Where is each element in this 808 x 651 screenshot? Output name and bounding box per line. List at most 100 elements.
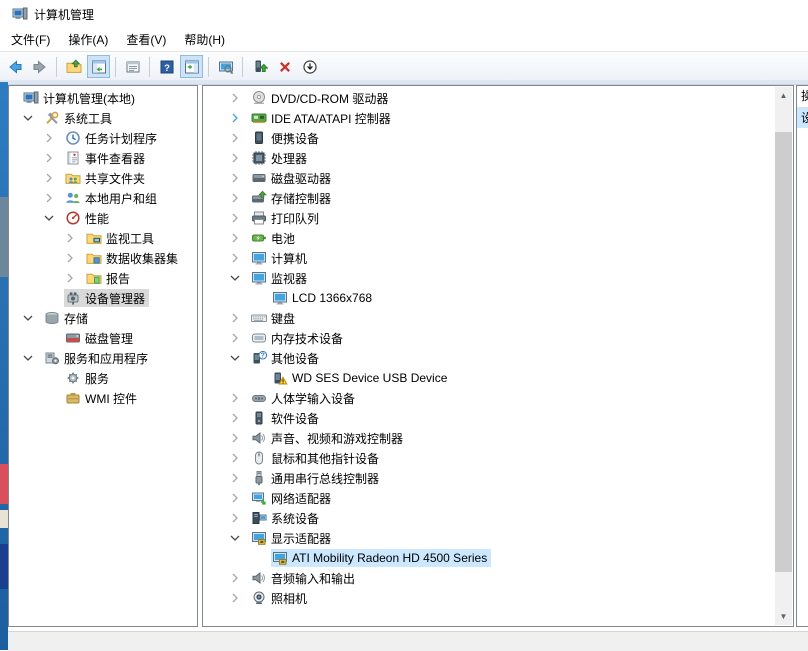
chevron-right-icon[interactable] <box>43 128 64 148</box>
device-tree-item-label: 网络适配器 <box>270 490 331 507</box>
console-tree-item[interactable]: 系统工具 <box>9 108 197 128</box>
folder-up-button[interactable] <box>62 55 85 78</box>
device-tree-item[interactable]: ?其他设备 <box>203 348 793 368</box>
chevron-right-icon[interactable] <box>229 408 250 428</box>
console-tree-item[interactable]: 报告 <box>9 268 197 288</box>
device-tree-item[interactable]: 存储控制器 <box>203 188 793 208</box>
scroll-up-icon[interactable]: ▲ <box>775 87 792 104</box>
menu-item[interactable]: 文件(F) <box>2 29 59 51</box>
chevron-down-icon[interactable] <box>22 308 43 328</box>
device-tree-item[interactable]: ATI Mobility Radeon HD 4500 Series <box>203 548 793 568</box>
console-tree-button[interactable] <box>87 55 110 78</box>
forward-arrow-button[interactable] <box>28 55 51 78</box>
device-tree-item[interactable]: WD SES Device USB Device <box>203 368 793 388</box>
scan-hardware-button[interactable] <box>248 55 271 78</box>
actions-panel-item-device-manager[interactable]: 设备管理器 <box>797 108 808 128</box>
console-tree-item[interactable]: 事件查看器 <box>9 148 197 168</box>
uninstall-button[interactable] <box>273 55 296 78</box>
console-tree-item[interactable]: 监视工具 <box>9 228 197 248</box>
chevron-right-icon[interactable] <box>229 588 250 608</box>
console-tree-item[interactable]: 性能 <box>9 208 197 228</box>
chevron-right-icon[interactable] <box>229 148 250 168</box>
device-tree-item[interactable]: 音频输入和输出 <box>203 568 793 588</box>
chevron-right-icon[interactable] <box>229 208 250 228</box>
chevron-right-icon[interactable] <box>229 388 250 408</box>
chevron-right-icon[interactable] <box>64 268 85 288</box>
chevron-down-icon[interactable] <box>229 268 250 288</box>
chevron-right-icon[interactable] <box>229 168 250 188</box>
device-tree-item[interactable]: 照相机 <box>203 588 793 608</box>
device-tree-item[interactable]: 内存技术设备 <box>203 328 793 348</box>
device-tree-item[interactable]: 打印队列 <box>203 208 793 228</box>
chevron-right-icon[interactable] <box>64 248 85 268</box>
chevron-right-icon[interactable] <box>43 188 64 208</box>
device-tree-item[interactable]: 软件设备 <box>203 408 793 428</box>
console-tree-item[interactable]: 计算机管理(本地) <box>9 88 197 108</box>
chevron-right-icon[interactable] <box>43 168 64 188</box>
chevron-down-icon[interactable] <box>43 208 64 228</box>
console-tree-item-label: 共享文件夹 <box>84 170 145 187</box>
chevron-right-icon[interactable] <box>229 568 250 588</box>
device-tree-item[interactable]: 处理器 <box>203 148 793 168</box>
disable-button[interactable] <box>298 55 321 78</box>
chevron-right-icon[interactable] <box>229 108 250 128</box>
chevron-down-icon[interactable] <box>22 348 43 368</box>
chevron-right-icon[interactable] <box>229 488 250 508</box>
console-tree-item[interactable]: 服务 <box>9 368 197 388</box>
scrollbar-thumb[interactable] <box>775 132 792 572</box>
device-tree-item[interactable]: 磁盘驱动器 <box>203 168 793 188</box>
chevron-down-icon[interactable] <box>22 108 43 128</box>
help-button[interactable]: ? <box>155 55 178 78</box>
device-tree-item[interactable]: 监视器 <box>203 268 793 288</box>
device-tree-item[interactable]: 便携设备 <box>203 128 793 148</box>
menu-item[interactable]: 查看(V) <box>117 29 175 51</box>
console-tree-item[interactable]: 数据收集器集 <box>9 248 197 268</box>
menu-item[interactable]: 帮助(H) <box>175 29 234 51</box>
chevron-right-icon[interactable] <box>229 228 250 248</box>
chevron-right-icon[interactable] <box>229 248 250 268</box>
chevron-right-icon[interactable] <box>43 148 64 168</box>
device-tree-item[interactable]: 人体学输入设备 <box>203 388 793 408</box>
menu-item[interactable]: 操作(A) <box>59 29 117 51</box>
console-tree-item[interactable]: 服务和应用程序 <box>9 348 197 368</box>
chevron-right-icon[interactable] <box>229 128 250 148</box>
chevron-right-icon[interactable] <box>229 448 250 468</box>
scroll-down-icon[interactable]: ▼ <box>775 608 792 625</box>
device-tree-item[interactable]: 电池 <box>203 228 793 248</box>
console-tree-item[interactable]: 设备管理器 <box>9 288 197 308</box>
device-tree-item[interactable]: LCD 1366x768 <box>203 288 793 308</box>
console-tree-item[interactable]: 任务计划程序 <box>9 128 197 148</box>
device-tree-item[interactable]: 系统设备 <box>203 508 793 528</box>
console-tree-item[interactable]: WMI 控件 <box>9 388 197 408</box>
device-tree-item[interactable]: IDE ATA/ATAPI 控制器 <box>203 108 793 128</box>
device-tree-item[interactable]: 声音、视频和游戏控制器 <box>203 428 793 448</box>
remote-screen-button[interactable] <box>214 55 237 78</box>
console-tree-item[interactable]: 本地用户和组 <box>9 188 197 208</box>
device-tree-item[interactable]: 网络适配器 <box>203 488 793 508</box>
chevron-right-icon[interactable] <box>229 328 250 348</box>
console-tree-item[interactable]: 磁盘管理 <box>9 328 197 348</box>
chevron-right-icon[interactable] <box>229 508 250 528</box>
chevron-right-icon[interactable] <box>229 468 250 488</box>
chevron-right-icon[interactable] <box>64 228 85 248</box>
folder-up-icon <box>66 59 82 75</box>
toolbar-separator <box>242 57 243 77</box>
chevron-down-icon[interactable] <box>229 348 250 368</box>
properties-button[interactable] <box>121 55 144 78</box>
device-tree-item[interactable]: 鼠标和其他指针设备 <box>203 448 793 468</box>
device-tree-item[interactable]: 通用串行总线控制器 <box>203 468 793 488</box>
chevron-right-icon[interactable] <box>229 308 250 328</box>
device-tree-item[interactable]: 键盘 <box>203 308 793 328</box>
chevron-right-icon[interactable] <box>229 88 250 108</box>
chevron-down-icon[interactable] <box>229 528 250 548</box>
device-tree-scrollbar[interactable]: ▲ ▼ <box>775 87 792 625</box>
device-tree-item[interactable]: DVD/CD-ROM 驱动器 <box>203 88 793 108</box>
console-tree-item[interactable]: 共享文件夹 <box>9 168 197 188</box>
device-tree-item[interactable]: 显示适配器 <box>203 528 793 548</box>
back-arrow-button[interactable] <box>3 55 26 78</box>
console-tree-item[interactable]: 存储 <box>9 308 197 328</box>
chevron-right-icon[interactable] <box>229 428 250 448</box>
action-pane-button[interactable] <box>180 55 203 78</box>
device-tree-item[interactable]: 计算机 <box>203 248 793 268</box>
chevron-right-icon[interactable] <box>229 188 250 208</box>
